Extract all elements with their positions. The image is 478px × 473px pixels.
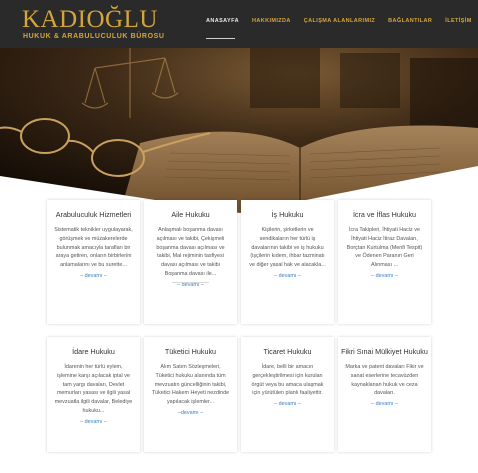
read-more-link[interactable]: – devamı – xyxy=(241,401,334,407)
card-title[interactable]: İş Hukuku xyxy=(241,200,334,220)
card-title[interactable]: Fikri Sınai Mülkiyet Hukuku xyxy=(338,337,431,357)
card-text: Sistematik teknikler uygulayarak, görüşm… xyxy=(54,227,133,269)
card-text: Marka ve patent davaları Fikir ve sanat … xyxy=(345,364,424,397)
divider xyxy=(172,282,209,283)
nav-about[interactable]: HAKKIMIZDA xyxy=(252,18,291,24)
nav-contact[interactable]: İLETİŞİM xyxy=(445,18,471,24)
hero-image xyxy=(0,48,478,213)
card-text: İdare, belli bir amacın gerçekleştirilme… xyxy=(251,364,324,397)
card-title[interactable]: İcra ve İflas Hukuku xyxy=(338,200,431,220)
read-more-link[interactable]: – devamı – xyxy=(338,401,431,407)
read-more-link[interactable]: – devamı – xyxy=(241,273,334,279)
card-text: Alım Satım Sözleşmeleri, Tüketici hukuku… xyxy=(151,364,230,406)
card-enforcement-law[interactable]: İcra ve İflas Hukuku İcra Takipleri, İht… xyxy=(338,200,431,324)
read-more-link[interactable]: –devamı – xyxy=(144,410,237,416)
card-title[interactable]: Ticaret Hukuku xyxy=(241,337,334,357)
card-text: İcra Takipleri, İhtiyati Haciz ve İhtiya… xyxy=(346,227,423,269)
card-title[interactable]: İdare Hukuku xyxy=(47,337,140,357)
nav-links[interactable]: BAĞLANTILAR xyxy=(388,18,432,24)
card-labor-law[interactable]: İş Hukuku Kişilerin, şirketlerin ve send… xyxy=(241,200,334,324)
read-more-link[interactable]: – devamı – xyxy=(47,273,140,279)
card-mediation[interactable]: Arabuluculuk Hizmetleri Sistematik tekni… xyxy=(47,200,140,324)
card-title[interactable]: Tüketici Hukuku xyxy=(144,337,237,357)
logo-subtitle: HUKUK & ARABULUCULUK BÜROSU xyxy=(23,33,165,40)
main-nav: ANASAYFA HAKKIMIZDA ÇALIŞMA ALANLARIMIZ … xyxy=(206,18,472,24)
site-header: KADIOĞLU HUKUK & ARABULUCULUK BÜROSU ANA… xyxy=(0,0,478,48)
active-nav-underline xyxy=(206,38,235,39)
nav-practice-areas[interactable]: ÇALIŞMA ALANLARIMIZ xyxy=(304,18,375,24)
card-text: Kişilerin, şirketlerin ve sendikaların h… xyxy=(249,227,326,269)
card-administrative-law[interactable]: İdare Hukuku İdarenin her türlü eylem, i… xyxy=(47,337,140,452)
card-commercial-law[interactable]: Ticaret Hukuku İdare, belli bir amacın g… xyxy=(241,337,334,452)
card-text: Anlaşmalı boşanma davası açılması ve tak… xyxy=(156,227,225,277)
card-intellectual-property-law[interactable]: Fikri Sınai Mülkiyet Hukuku Marka ve pat… xyxy=(338,337,431,452)
card-title[interactable]: Aile Hukuku xyxy=(144,200,237,220)
nav-home[interactable]: ANASAYFA xyxy=(206,18,239,24)
card-title[interactable]: Arabuluculuk Hizmetleri xyxy=(47,200,140,220)
read-more-link[interactable]: – devamı – xyxy=(338,273,431,279)
card-text: İdarenin her türlü eylem, işlemine karşı… xyxy=(54,364,133,414)
card-family-law[interactable]: Aile Hukuku Anlaşmalı boşanma davası açı… xyxy=(144,200,237,324)
hero-illustration xyxy=(0,48,478,213)
card-consumer-law[interactable]: Tüketici Hukuku Alım Satım Sözleşmeleri,… xyxy=(144,337,237,452)
read-more-link[interactable]: – devamı – xyxy=(47,419,140,425)
logo-title[interactable]: KADIOĞLU xyxy=(22,7,158,33)
